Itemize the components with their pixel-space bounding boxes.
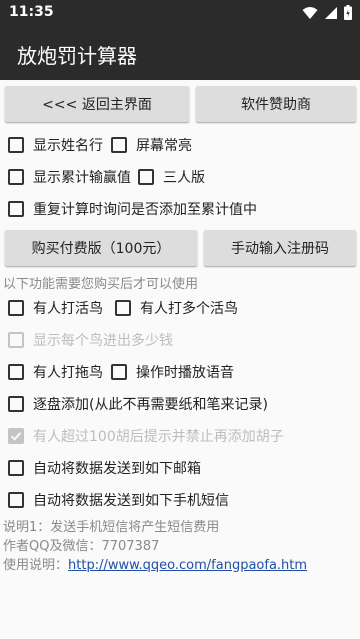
- checkbox-box: [8, 332, 24, 348]
- checkbox-box: [8, 396, 24, 412]
- bird-amount-checkbox: 显示每个鸟进出多少钱: [8, 330, 173, 350]
- voice-checkbox[interactable]: 操作时播放语音: [111, 362, 234, 382]
- checkbox-box: [111, 364, 127, 380]
- drag-bird-checkbox[interactable]: 有人打拖鸟: [8, 362, 103, 382]
- show-names-checkbox[interactable]: 显示姓名行: [8, 135, 103, 155]
- checkbox-box: [8, 137, 24, 153]
- checkbox-box: [8, 300, 24, 316]
- checkbox-label: 有人打活鸟: [33, 301, 103, 317]
- checkbox-label: 有人打拖鸟: [33, 365, 103, 381]
- usage-link[interactable]: http://www.qqeo.com/fangpaofa.htm: [68, 558, 307, 573]
- checkbox-label: 重复计算时询问是否添加至累计值中: [33, 202, 257, 218]
- checkbox-label: 有人超过100胡后提示并禁止再添加胡子: [33, 429, 284, 445]
- back-to-main-button[interactable]: <<< 返回主界面: [5, 86, 189, 122]
- checkbox-label: 三人版: [163, 170, 205, 186]
- checkbox-box: [115, 300, 131, 316]
- checkbox-box: [8, 492, 24, 508]
- checkbox-label: 显示姓名行: [33, 138, 103, 154]
- send-sms-checkbox[interactable]: 自动将数据发送到如下手机短信: [8, 490, 229, 510]
- status-icons: [302, 5, 352, 20]
- checkbox-label: 显示累计输赢值: [33, 170, 131, 186]
- app-title: 放炮罚计算器: [17, 44, 137, 68]
- sms-fee-note: 说明1：发送手机短信将产生短信费用: [3, 520, 220, 535]
- add-per-game-checkbox[interactable]: 逐盘添加(从此不再需要纸和笔来记录): [8, 394, 268, 414]
- enter-registration-code-button[interactable]: 手动输入注册码: [204, 230, 356, 266]
- recalc-prompt-checkbox[interactable]: 重复计算时询问是否添加至累计值中: [8, 199, 257, 219]
- checkbox-box: [111, 137, 127, 153]
- checkbox-box: [8, 201, 24, 217]
- checkmark-icon: [10, 432, 22, 441]
- author-contact: 作者QQ及微信：7707387: [3, 539, 160, 554]
- checkbox-label: 有人打多个活鸟: [140, 301, 238, 317]
- wifi-icon: [302, 6, 318, 19]
- three-player-checkbox[interactable]: 三人版: [138, 167, 205, 187]
- checkbox-box: [8, 460, 24, 476]
- checkbox-label: 自动将数据发送到如下邮箱: [33, 461, 201, 477]
- sponsor-button[interactable]: 软件赞助商: [196, 86, 356, 122]
- beard-limit-checkbox: 有人超过100胡后提示并禁止再添加胡子: [8, 426, 284, 446]
- app-bar: 放炮罚计算器: [0, 26, 360, 80]
- usage-instructions: 使用说明：http://www.qqeo.com/fangpaofa.htm: [3, 554, 307, 573]
- checkbox-label: 自动将数据发送到如下手机短信: [33, 493, 229, 509]
- checkbox-box: [8, 364, 24, 380]
- battery-icon: [344, 5, 352, 20]
- buy-paid-version-button[interactable]: 购买付费版（100元）: [5, 230, 197, 266]
- multi-live-bird-checkbox[interactable]: 有人打多个活鸟: [115, 298, 238, 318]
- signal-icon: [325, 6, 337, 19]
- status-bar: 11:35: [0, 0, 360, 26]
- status-time: 11:35: [9, 4, 54, 20]
- checkbox-label: 操作时播放语音: [136, 365, 234, 381]
- checkbox-box: [8, 169, 24, 185]
- screen-on-checkbox[interactable]: 屏幕常亮: [111, 135, 192, 155]
- checkbox-box: [8, 428, 24, 444]
- show-cumulative-checkbox[interactable]: 显示累计输赢值: [8, 167, 131, 187]
- checkbox-label: 屏幕常亮: [136, 138, 192, 154]
- live-bird-checkbox[interactable]: 有人打活鸟: [8, 298, 103, 318]
- checkbox-box: [138, 169, 154, 185]
- send-email-checkbox[interactable]: 自动将数据发送到如下邮箱: [8, 458, 201, 478]
- checkbox-label: 显示每个鸟进出多少钱: [33, 333, 173, 349]
- paid-features-notice: 以下功能需要您购买后才可以使用: [3, 277, 199, 292]
- checkbox-label: 逐盘添加(从此不再需要纸和笔来记录): [33, 397, 268, 413]
- usage-label: 使用说明：: [3, 558, 69, 573]
